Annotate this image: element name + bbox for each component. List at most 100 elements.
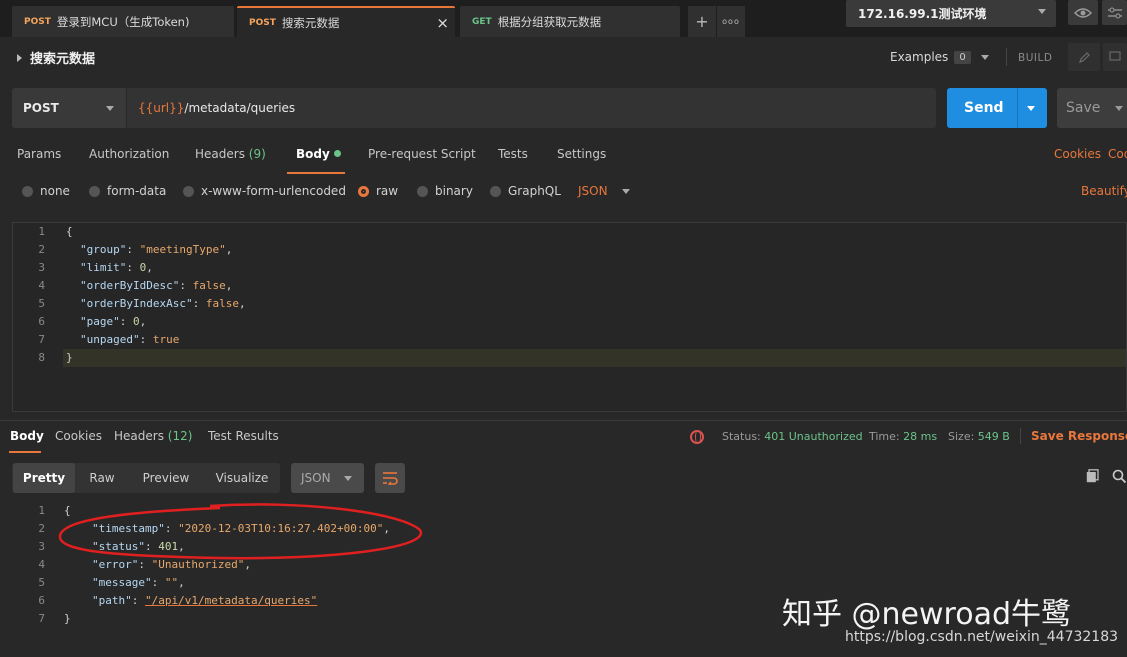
tab-body[interactable]: Body (296, 147, 341, 161)
tab-body-label: Body (296, 147, 330, 161)
url-input[interactable]: {{url}}/metadata/queries (127, 88, 936, 128)
eye-icon (1074, 7, 1092, 18)
caret-icon (1038, 9, 1046, 14)
line-number: 1 (38, 504, 45, 517)
body-type-form-data[interactable]: form-data (89, 184, 166, 198)
tab-title: 根据分组获取元数据 (497, 14, 602, 29)
divider (0, 420, 1127, 421)
tab-settings[interactable]: Settings (557, 147, 606, 161)
environment-quick-look-button[interactable] (1068, 0, 1098, 25)
tab-title: 登录到MCU（生成Token) (56, 14, 190, 29)
response-tab-test-results[interactable]: Test Results (208, 429, 279, 443)
body-type-graphql[interactable]: GraphQL (490, 184, 561, 198)
line-number: 4 (38, 558, 45, 571)
tab-pre-request-script[interactable]: Pre-request Script (368, 147, 476, 161)
radio-label: raw (376, 184, 399, 198)
comments-button[interactable] (1103, 43, 1127, 71)
line-number: 1 (38, 225, 45, 238)
request-body-editor[interactable]: 1 2 3 4 5 6 7 8 { "group": "meetingType"… (12, 222, 1127, 412)
tab-get-by-group[interactable]: GET 根据分组获取元数据 (460, 6, 680, 37)
json-line: "group": "meetingType", (80, 243, 233, 256)
wrap-lines-button[interactable] (375, 463, 405, 493)
line-number: 2 (38, 522, 45, 535)
caret-icon (106, 106, 114, 111)
status-label: Status: (722, 430, 761, 443)
time-value: 28 ms (903, 430, 938, 443)
save-button[interactable]: Save (1057, 88, 1127, 128)
tab-method-label: POST (249, 17, 276, 28)
tab-tests[interactable]: Tests (498, 147, 528, 161)
body-type-none[interactable]: none (22, 184, 70, 198)
line-number: 5 (38, 297, 45, 310)
environment-name: 172.16.99.1测试环境 (858, 7, 987, 21)
view-preview-button[interactable]: Preview (130, 463, 202, 493)
json-line: "error": "Unauthorized", (92, 558, 251, 571)
send-button[interactable]: Send (947, 88, 1047, 128)
pencil-icon (1078, 51, 1090, 63)
json-line: "orderByIdDesc": false, (80, 279, 233, 292)
json-open-brace: { (66, 225, 73, 238)
view-visualize-button[interactable]: Visualize (205, 463, 279, 493)
watermark-brand: 知乎 @newroad牛鹭 (782, 597, 1071, 632)
manage-environments-button[interactable] (1102, 0, 1127, 25)
search-icon[interactable] (1112, 469, 1126, 483)
body-type-raw[interactable]: raw (358, 184, 398, 198)
json-line: "orderByIndexAsc": false, (80, 297, 246, 310)
response-tab-headers[interactable]: Headers (12) (114, 429, 192, 443)
plus-icon: + (695, 12, 709, 31)
save-response-button[interactable]: Save Response (1031, 429, 1127, 443)
tab-headers[interactable]: Headers (9) (195, 147, 266, 161)
watermark-url: https://blog.csdn.net/weixin_44732183 (845, 629, 1119, 645)
expand-icon (17, 53, 22, 62)
view-pretty-button[interactable]: Pretty (13, 463, 75, 493)
tab-login-mcu[interactable]: POST 登录到MCU（生成Token) (12, 6, 234, 37)
tab-params[interactable]: Params (17, 147, 61, 161)
raw-format-select[interactable]: JSON (578, 184, 630, 198)
build-mode-label[interactable]: BUILD (1018, 52, 1052, 64)
cookies-link[interactable]: Cookies (1054, 147, 1101, 161)
tab-method-label: POST (24, 16, 51, 27)
beautify-link[interactable]: Beautify (1081, 184, 1127, 198)
request-name: 搜索元数据 (30, 52, 96, 67)
sliders-icon (1107, 7, 1122, 18)
url-variable: {{url}} (138, 101, 185, 115)
environment-select[interactable]: 172.16.99.1测试环境 (846, 0, 1056, 27)
body-indicator-dot (333, 150, 341, 157)
radio-label: none (40, 184, 70, 198)
response-tab-cookies[interactable]: Cookies (55, 429, 102, 443)
body-type-urlencoded[interactable]: x-www-form-urlencoded (183, 184, 346, 198)
globe-icon[interactable] (690, 430, 704, 444)
request-title[interactable]: 搜索元数据 (17, 48, 95, 67)
add-tab-button[interactable]: + (688, 6, 716, 37)
body-type-binary[interactable]: binary (417, 184, 473, 198)
examples-dropdown[interactable]: Examples 0 (890, 50, 989, 64)
edit-button[interactable] (1068, 43, 1100, 71)
http-method-value: POST (23, 101, 59, 115)
time-label: Time: (869, 430, 900, 443)
send-options-caret-icon[interactable] (1027, 106, 1035, 111)
more-tabs-button[interactable]: ooo (717, 6, 745, 37)
response-tab-body[interactable]: Body (10, 429, 44, 443)
line-number: 7 (38, 612, 45, 625)
tab-headers-label: Headers (195, 147, 245, 161)
response-format-select[interactable]: JSON (291, 463, 364, 493)
tab-search-metadata[interactable]: POST 搜索元数据 × (237, 6, 455, 37)
json-line: "message": "", (92, 576, 185, 589)
copy-icon[interactable] (1086, 469, 1099, 483)
status-value: 401 Unauthorized (764, 430, 863, 443)
headers-count: (9) (248, 147, 266, 161)
code-link[interactable]: Code (1108, 147, 1127, 161)
close-icon[interactable]: × (436, 14, 449, 32)
save-options-caret-icon[interactable] (1115, 106, 1123, 111)
http-method-select[interactable]: POST (12, 88, 126, 128)
line-number: 3 (38, 261, 45, 274)
view-raw-button[interactable]: Raw (78, 463, 126, 493)
tab-authorization[interactable]: Authorization (89, 147, 169, 161)
line-number: 4 (38, 279, 45, 292)
line-number: 6 (38, 594, 45, 607)
json-line: "status": 401, (92, 540, 185, 553)
line-number: 5 (38, 576, 45, 589)
json-line: "page": 0, (80, 315, 147, 328)
examples-label: Examples (890, 50, 949, 64)
tab-method-label: GET (472, 16, 492, 27)
